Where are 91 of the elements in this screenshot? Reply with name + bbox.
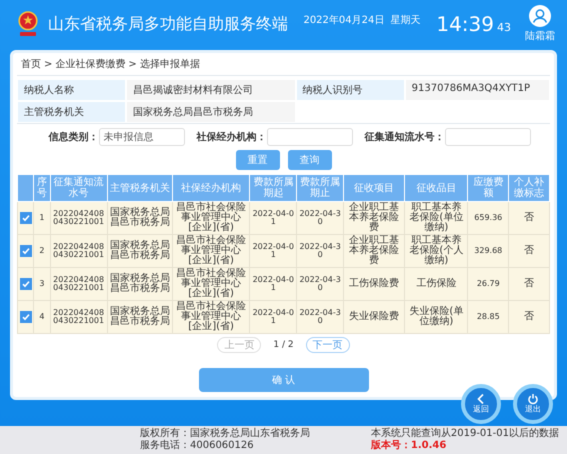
table-cell: 2022-04-01: [250, 300, 297, 334]
table-cell: 否: [508, 300, 550, 334]
row-checkbox[interactable]: [20, 245, 32, 257]
page-indicator: 1 / 2: [273, 340, 294, 350]
reset-button[interactable]: 重置: [236, 150, 280, 170]
back-button[interactable]: 返回: [461, 384, 501, 424]
table-cell: 工伤保险费: [344, 268, 405, 300]
column-header: 应缴费额: [468, 174, 509, 202]
table-cell: 昌邑市社会保险事业管理中心[企业](省): [172, 268, 250, 300]
exit-button[interactable]: 退出: [513, 384, 553, 424]
filter-input[interactable]: [444, 128, 530, 146]
table-cell: 工伤保险: [404, 268, 468, 300]
info-value: 国家税务总局昌邑市税务局: [126, 101, 296, 123]
table-cell: 企业职工基本养老保险费: [344, 234, 405, 268]
table-cell: 4: [34, 300, 50, 334]
table-cell: 国家税务总局昌邑市税务局: [107, 202, 172, 234]
table-cell: 2022-04-30: [296, 202, 344, 234]
table-cell: 否: [508, 202, 550, 234]
row-checkbox[interactable]: [20, 278, 32, 290]
user-name: 陆霜霜: [525, 30, 555, 43]
table-cell: 2022-04-01: [250, 268, 297, 300]
table-cell: 20220424080430221001: [50, 300, 108, 334]
filter-input[interactable]: [266, 128, 352, 146]
filter-label: 社保经办机构：: [196, 130, 266, 144]
table-cell: 昌邑市社会保险事业管理中心[企业](省): [172, 234, 250, 268]
notice-text: 本系统只能查询从2019-01-01以后的数据: [370, 428, 559, 440]
app-title: 山东省税务局多功能自助服务终端: [48, 14, 288, 34]
breadcrumb-item: 选择申报单据: [140, 58, 200, 71]
version-text: 版本号：1.0.46: [370, 440, 448, 452]
table-cell: 职工基本养老保险(个人缴纳): [404, 234, 468, 268]
weekday-text: 星期天: [390, 14, 420, 27]
table-cell: 2022-04-30: [296, 268, 344, 300]
table-cell: 昌邑市社会保险事业管理中心[企业](省): [172, 300, 250, 334]
user-avatar-icon[interactable]: [529, 5, 551, 27]
column-header: 征收项目: [344, 174, 405, 202]
confirm-button[interactable]: 确 认: [198, 368, 368, 392]
table-cell: 否: [508, 268, 550, 300]
table-cell: 3: [34, 268, 50, 300]
clock-time: 14:39: [436, 12, 494, 36]
table-cell: 28.85: [468, 300, 509, 334]
column-header: 费款所属期止: [296, 174, 344, 202]
table-cell: 国家税务总局昌邑市税务局: [107, 268, 172, 300]
table-cell: 1: [34, 202, 50, 234]
table-cell: 329.68: [468, 234, 509, 268]
filter-input[interactable]: 未申报信息: [98, 128, 184, 146]
table-cell: 2: [34, 234, 50, 268]
table-cell: 659.36: [468, 202, 509, 234]
filter-label: 信息类别：: [48, 130, 98, 144]
breadcrumb-item[interactable]: 企业社保费缴费: [55, 57, 126, 71]
next-page-button[interactable]: 下一页: [306, 337, 350, 353]
info-label: 纳税人识别号: [296, 79, 405, 101]
table-cell: 2022-04-30: [296, 300, 344, 334]
column-header: 个人补缴标志: [508, 174, 550, 202]
query-button[interactable]: 查询: [288, 150, 332, 170]
table-cell: 国家税务总局昌邑市税务局: [107, 300, 172, 334]
info-label: 纳税人名称: [17, 79, 126, 101]
table-cell: 失业保险(单位缴纳): [404, 300, 468, 334]
table-cell: 职工基本养老保险(单位缴纳): [404, 202, 468, 234]
table-cell: 26.79: [468, 268, 509, 300]
breadcrumb-item[interactable]: 首页: [21, 57, 41, 71]
table-cell: 2022-04-30: [296, 234, 344, 268]
table-cell: 20220424080430221001: [50, 268, 108, 300]
table-cell: 2022-04-01: [250, 234, 297, 268]
table-cell: 2022-04-01: [250, 202, 297, 234]
breadcrumb-separator: >: [44, 58, 52, 70]
info-value: 昌邑揭诚密封材料有限公司: [126, 79, 296, 101]
column-header: 社保经办机构: [172, 174, 250, 202]
table-cell: 失业保险费: [344, 300, 405, 334]
column-header: 主管税务机关: [107, 174, 172, 202]
table-cell: 昌邑市社会保险事业管理中心[企业](省): [172, 202, 250, 234]
info-label: 主管税务机关: [17, 101, 126, 123]
column-header: 征集通知流水号: [50, 174, 108, 202]
copyright-text: 版权所有：国家税务总局山东省税务局: [140, 428, 310, 440]
table-cell: 20220424080430221001: [50, 234, 108, 268]
table-cell: 企业职工基本养老保险费: [344, 202, 405, 234]
table-cell: 国家税务总局昌邑市税务局: [107, 234, 172, 268]
table-cell: 否: [508, 234, 550, 268]
column-header: 征收品目: [404, 174, 468, 202]
column-header: 序号: [34, 174, 50, 202]
clock-seconds: 43: [497, 20, 511, 34]
table-cell: 20220424080430221001: [50, 202, 108, 234]
power-icon: [527, 393, 539, 405]
info-value: 91370786MA3Q4XYT1P: [404, 79, 550, 101]
column-header: 费款所属期起: [250, 174, 297, 202]
date-text: 2022年04月24日: [303, 14, 384, 27]
breadcrumb-separator: >: [128, 58, 137, 70]
emblem-logo-icon: [16, 10, 40, 38]
row-checkbox[interactable]: [20, 212, 32, 224]
filter-label: 征集通知流水号：: [364, 130, 444, 144]
service-phone-text: 服务电话：4006060126: [140, 440, 255, 452]
row-checkbox[interactable]: [20, 311, 32, 323]
